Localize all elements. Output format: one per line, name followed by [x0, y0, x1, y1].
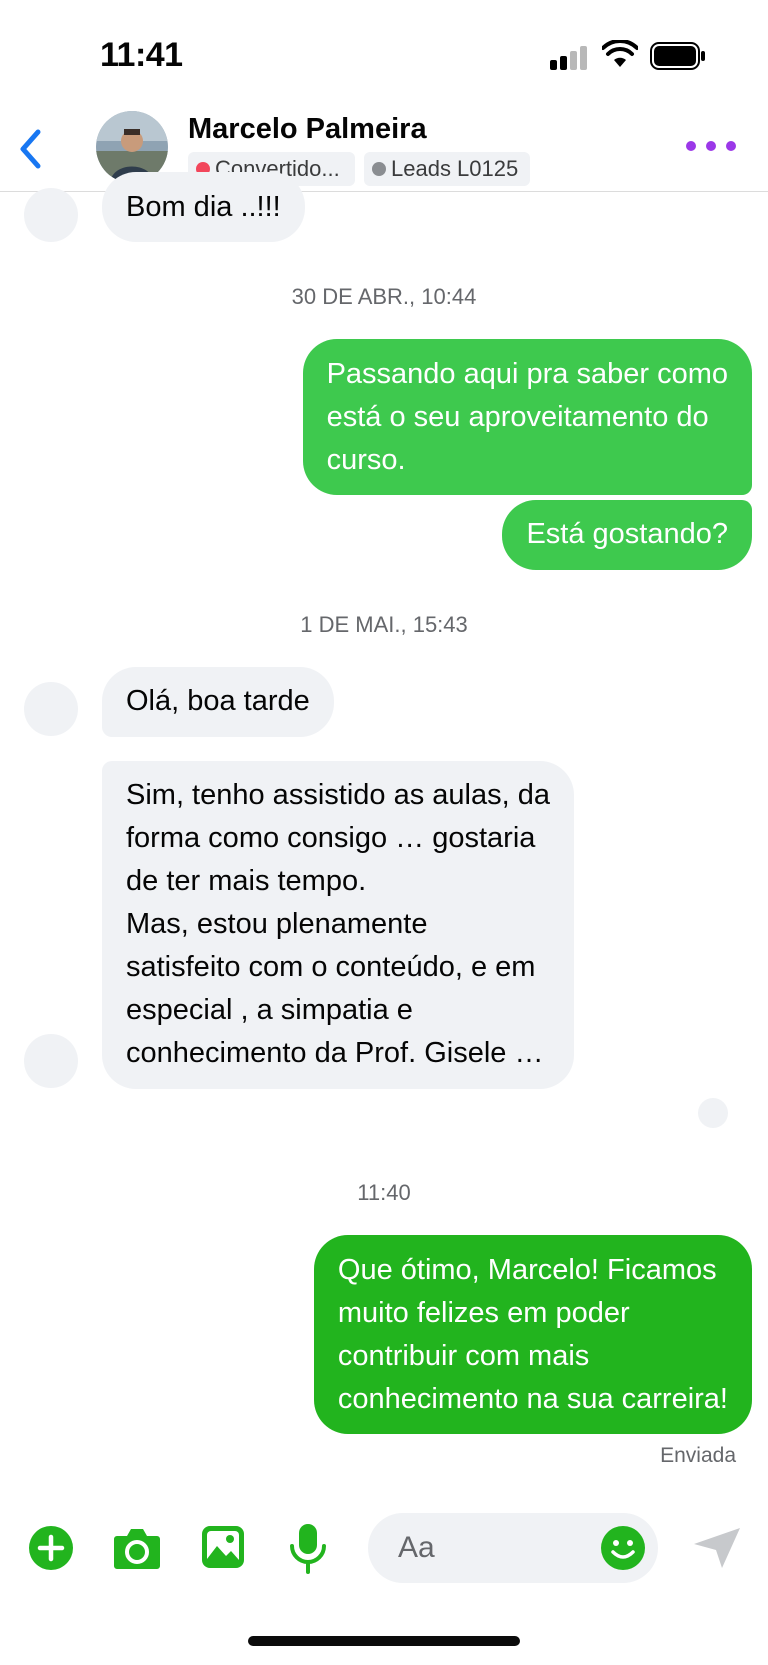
more-dot	[706, 141, 716, 151]
message-line: de ter mais tempo.	[126, 865, 367, 897]
back-button[interactable]	[14, 126, 48, 172]
message-line: conhecimento na sua carreira!	[337, 1383, 728, 1415]
leads-dot	[372, 162, 386, 176]
microphone-icon[interactable]	[288, 1522, 328, 1574]
message-line: Olá, boa tarde	[126, 685, 310, 717]
home-indicator	[248, 1636, 520, 1646]
message-input[interactable]: Aa	[368, 1513, 658, 1583]
timestamp: 11:40	[357, 1180, 411, 1205]
leads-tag-label: Leads L0125	[391, 156, 519, 181]
read-receipt-avatar	[698, 1098, 728, 1128]
incoming-message[interactable]: Olá, boa tarde	[102, 667, 334, 737]
message-line: conhecimento da Prof. Gisele …	[126, 1037, 544, 1069]
message-line: muito felizes em poder	[337, 1297, 630, 1329]
outgoing-message[interactable]: Passando aqui pra saber como está o seu …	[302, 339, 752, 495]
message-line: Sim, tenho assistido as aulas, da	[126, 779, 550, 811]
image-icon[interactable]	[200, 1524, 246, 1570]
incoming-message[interactable]: Sim, tenho assistido as aulas, da forma …	[102, 761, 574, 1089]
battery-icon	[650, 42, 705, 70]
message-line: curso.	[326, 444, 406, 476]
incoming-message[interactable]: Bom dia ..!!!	[102, 172, 305, 242]
message-line: Mas, estou plenamente	[126, 908, 428, 940]
message-line: Bom dia ..!!!	[126, 191, 281, 223]
outgoing-message[interactable]: Está gostando?	[502, 500, 752, 570]
more-dot	[726, 141, 736, 151]
send-icon[interactable]	[692, 1526, 742, 1570]
contact-name[interactable]: Marcelo Palmeira	[188, 113, 427, 146]
plus-circle-icon[interactable]	[28, 1525, 74, 1571]
wifi-icon	[602, 40, 638, 67]
message-line: está o seu aproveitamento do	[326, 401, 709, 433]
emoji-icon[interactable]	[600, 1525, 646, 1571]
timestamp: 30 DE ABR., 10:44	[291, 284, 477, 309]
sender-avatar	[24, 682, 78, 736]
status-bar: 11:41	[0, 0, 768, 110]
message-line: especial , a simpatia e	[126, 994, 413, 1026]
message-line: Está gostando?	[526, 518, 728, 550]
message-line: satisfeito com o conteúdo, e em	[126, 951, 536, 983]
message-line: Passando aqui pra saber como	[326, 358, 728, 390]
message-line: contribuir com mais	[337, 1340, 590, 1372]
camera-icon[interactable]	[113, 1526, 161, 1570]
leads-tag[interactable]: Leads L0125	[364, 152, 530, 186]
sender-avatar	[24, 188, 78, 242]
status-time: 11:41	[100, 36, 183, 74]
delivery-status: Enviada	[660, 1444, 736, 1467]
more-options-button[interactable]	[686, 134, 736, 158]
message-input-placeholder: Aa	[398, 1531, 435, 1564]
message-composer: Aa	[0, 1505, 768, 1591]
outgoing-message[interactable]: Que ótimo, Marcelo! Ficamos muito felize…	[313, 1235, 752, 1434]
cellular-signal-icon	[550, 46, 587, 70]
more-dot	[686, 141, 696, 151]
sender-avatar	[24, 1034, 78, 1088]
message-line: forma como consigo … gostaria	[126, 822, 536, 854]
timestamp: 1 DE MAI., 15:43	[300, 612, 468, 637]
message-line: Que ótimo, Marcelo! Ficamos	[337, 1254, 717, 1286]
